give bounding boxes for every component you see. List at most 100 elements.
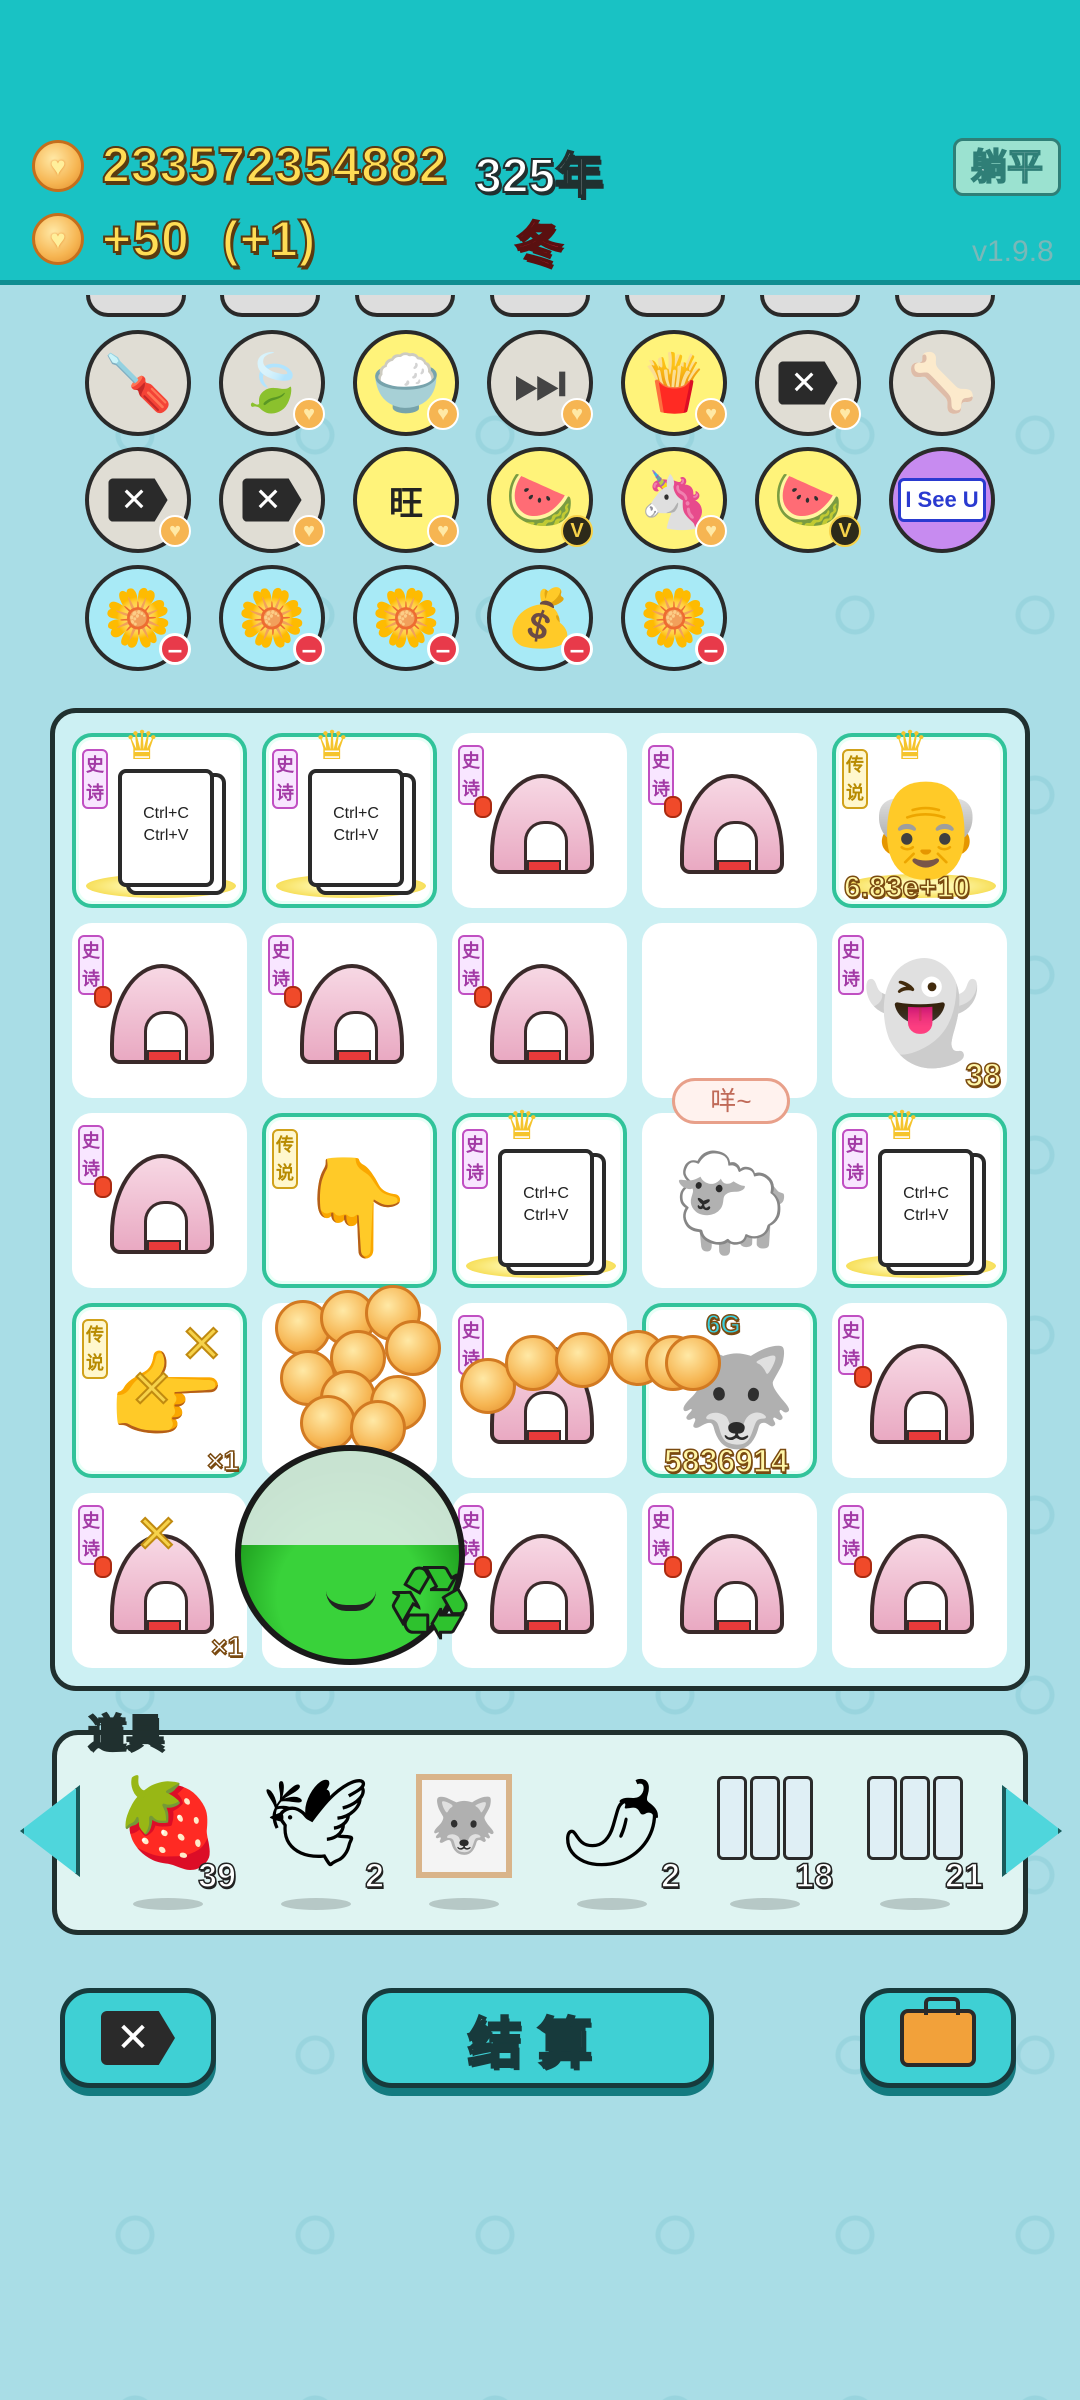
board-cell[interactable]: 史诗 — [642, 733, 817, 908]
board-cell[interactable]: 史诗 Ctrl+C Ctrl+V ♛ — [452, 1104, 627, 1288]
kill-tag-icon[interactable]: ✕ ♥ — [219, 447, 325, 553]
kill-tag-icon: ✕ — [101, 2011, 175, 2065]
old-man-value: 6.83e+10 — [843, 870, 970, 905]
board-cell[interactable]: 史诗 — [262, 923, 437, 1098]
board-cell[interactable]: 传说 👇 — [262, 1113, 437, 1288]
coin-effect-icon — [505, 1335, 561, 1391]
next-arrow-icon[interactable] — [1002, 1785, 1062, 1877]
framed-photo-icon: 🐺 — [416, 1774, 512, 1878]
dove-icon: 🕊 — [261, 1775, 371, 1871]
husky-value: 5836914 — [663, 1442, 789, 1480]
remove-symbol-button[interactable]: ✕ — [60, 1988, 216, 2088]
top-status-bar: ♥ 233572354882 325年 ♥ +50 (+1) 冬 躺平 v1.9… — [0, 0, 1080, 285]
coin-total: 233572354882 — [101, 136, 448, 194]
heart-badge-icon: ♥ — [293, 398, 325, 430]
heart-badge-icon: ♥ — [695, 398, 727, 430]
flower-pot-icon[interactable]: 🌼 – — [353, 565, 459, 671]
item-qty: 39 — [197, 1856, 236, 1896]
item-qty: 2 — [660, 1856, 680, 1896]
fruit-plate-icon[interactable]: 🍉 V — [487, 447, 593, 553]
crown-icon: ♛ — [124, 724, 160, 768]
lie-flat-button[interactable]: 躺平 — [953, 138, 1061, 196]
kill-tag-icon[interactable]: ✕ ♥ — [755, 330, 861, 436]
heart-badge-icon: ♥ — [695, 515, 727, 547]
item-epic-jars[interactable]: 18 — [705, 1768, 834, 1910]
rice-bowl-icon[interactable]: 🍚 ♥ — [353, 330, 459, 436]
rabbit-tent-icon — [94, 1153, 214, 1254]
board-cell[interactable]: 史诗 — [72, 1113, 247, 1288]
income-coin-icon: ♥ — [32, 213, 84, 265]
copy-paste-icon: Ctrl+C Ctrl+V — [878, 1148, 974, 1267]
coin-effect-icon — [300, 1395, 356, 1451]
item-dove[interactable]: 🕊 2 — [256, 1768, 385, 1910]
skip-icon[interactable]: ⏭ ♥ — [487, 330, 593, 436]
heart-badge-icon: ♥ — [159, 515, 191, 547]
rabbit-tent-icon — [664, 1533, 784, 1634]
crown-icon: ♛ — [314, 724, 350, 768]
rabbit-tent-icon — [284, 963, 404, 1064]
leaf-icon[interactable]: 🍃 ♥ — [219, 330, 325, 436]
items-title: 道具 — [87, 1712, 165, 1756]
crown-icon: ♛ — [884, 1104, 920, 1148]
inventory-button[interactable] — [860, 1988, 1016, 2088]
minus-badge-icon: – — [561, 633, 593, 665]
pet-bowl-icon[interactable]: 🦴 — [889, 330, 995, 436]
sparkle-x-icon: ✕ — [179, 1315, 225, 1375]
flower-pot-icon[interactable]: 🌼 – — [85, 565, 191, 671]
heart-badge-icon: ♥ — [561, 398, 593, 430]
item-framed-photo[interactable]: 🐺 — [404, 1768, 524, 1910]
wang-chars-icon[interactable]: 旺 ♥ — [353, 447, 459, 553]
vip-badge-icon: V — [561, 515, 593, 547]
sparkle-x-icon: ✕ — [134, 1505, 180, 1565]
board-cell[interactable]: 史诗 — [452, 1493, 627, 1668]
unicorn-icon[interactable]: 🦄 ♥ — [621, 447, 727, 553]
board-cell[interactable]: 史诗 — [452, 923, 627, 1098]
sparkle-x-icon: ✕ — [129, 1360, 175, 1420]
board-cell[interactable]: 史诗 — [72, 923, 247, 1098]
epic-tag: 史诗 — [462, 1129, 488, 1189]
board-cell[interactable]: 传说 👴 ♛ 6.83e+10 — [832, 724, 1007, 908]
rabbit-tent-icon — [854, 1533, 974, 1634]
item-strawberry[interactable]: 🍓 39 — [108, 1768, 237, 1910]
i-see-u-icon[interactable]: I See U — [889, 447, 995, 553]
board-cell-empty[interactable] — [642, 923, 817, 1098]
kill-tag-icon[interactable]: ✕ ♥ — [85, 447, 191, 553]
money-bag-icon[interactable]: 💰 – — [487, 565, 593, 671]
pointing-hand-icon: 👇 — [296, 1153, 416, 1261]
empty-jars-icon — [855, 1768, 975, 1860]
board-cell[interactable]: 史诗 — [642, 1493, 817, 1668]
rabbit-tent-icon — [94, 963, 214, 1064]
board-cell[interactable]: 史诗 Ctrl+C Ctrl+V ♛ — [72, 724, 247, 908]
minus-badge-icon: – — [293, 633, 325, 665]
item-qty: 18 — [794, 1856, 833, 1896]
board-cell[interactable]: 史诗 Ctrl+C Ctrl+V ♛ — [832, 1104, 1007, 1288]
minus-badge-icon: – — [427, 633, 459, 665]
heart-badge-icon: ♥ — [829, 398, 861, 430]
item-qty: 2 — [364, 1856, 384, 1896]
board-cell[interactable]: 史诗 — [832, 1303, 1007, 1478]
flower-pot-icon[interactable]: 🌼 – — [621, 565, 727, 671]
settle-button[interactable]: 结算 — [362, 1988, 714, 2088]
rabbit-tent-icon — [664, 773, 784, 874]
rabbit-tent-icon — [854, 1343, 974, 1444]
year-label: 325年 — [474, 149, 604, 204]
board-cell[interactable]: 史诗 👻 38 — [832, 923, 1007, 1098]
board-cell[interactable]: 🐑 — [642, 1113, 817, 1288]
epic-tag: 史诗 — [842, 1129, 868, 1189]
legend-tag: 传说 — [272, 1129, 298, 1189]
board-cell[interactable]: 史诗 — [832, 1493, 1007, 1668]
item-empty-jars[interactable]: 21 — [855, 1768, 984, 1910]
item-chili[interactable]: 🌶 2 — [552, 1768, 681, 1910]
prev-arrow-icon[interactable] — [20, 1785, 80, 1877]
copy-paste-icon: Ctrl+C Ctrl+V — [498, 1148, 594, 1267]
screwdriver-icon[interactable]: 🪛 — [85, 330, 191, 436]
board-cell[interactable]: 史诗 Ctrl+C Ctrl+V ♛ — [262, 724, 437, 908]
rabbit-tent-icon — [474, 773, 594, 874]
fries-icon[interactable]: 🍟 ♥ — [621, 330, 727, 436]
fruit-plate-icon[interactable]: 🍉 V — [755, 447, 861, 553]
rabbit-tent-icon — [474, 1533, 594, 1634]
board-cell[interactable]: 史诗 — [452, 733, 627, 908]
bubble-partial — [895, 295, 995, 317]
flower-pot-icon[interactable]: 🌼 – — [219, 565, 325, 671]
sheep-speech-bubble: 咩~ — [672, 1078, 790, 1124]
